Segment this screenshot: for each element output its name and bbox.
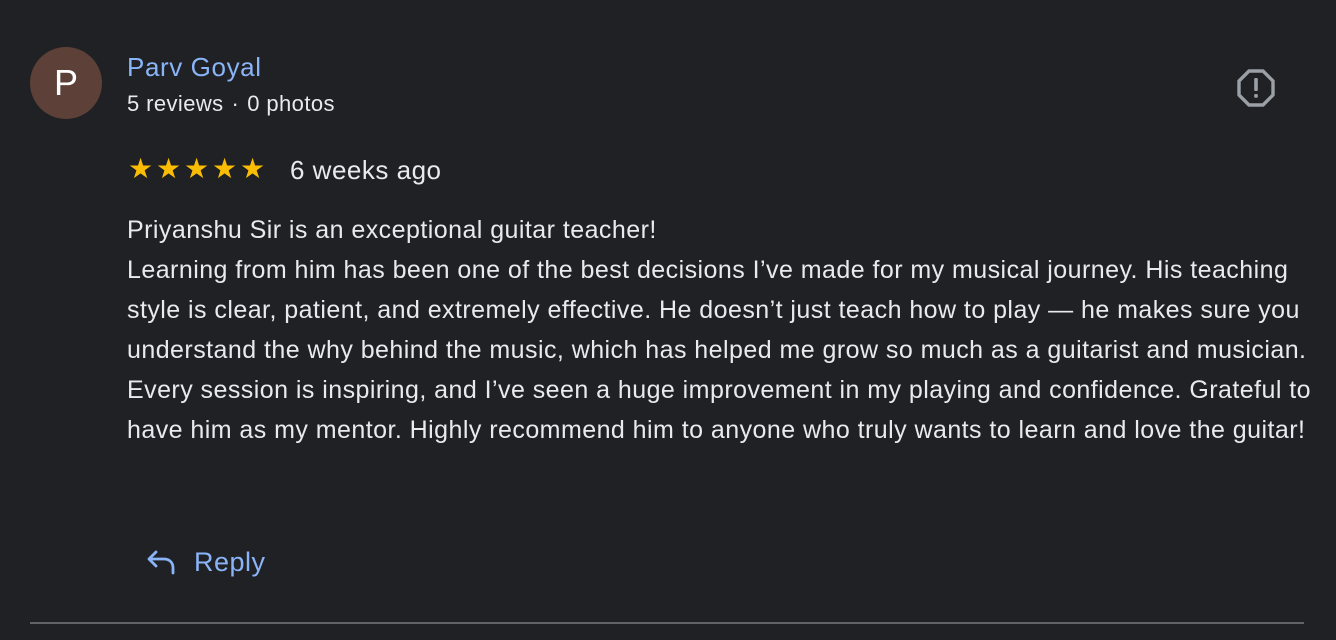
meta-separator: · (231, 91, 240, 116)
review-time: 6 weeks ago (290, 155, 442, 185)
reply-label: Reply (194, 546, 266, 577)
reviewer-meta: 5 reviews · 0 photos (127, 90, 335, 118)
star-icon: ★ (155, 153, 181, 184)
review-text: Priyanshu Sir is an exceptional guitar t… (127, 210, 1317, 450)
reply-arrow-icon (147, 550, 175, 575)
avatar-initial: P (53, 62, 78, 103)
report-button[interactable] (1236, 68, 1276, 108)
review-paragraph: Learning from him has been one of the be… (127, 256, 1312, 444)
report-flag-icon (1237, 69, 1275, 107)
reviewer-name[interactable]: Parv Goyal (127, 51, 262, 83)
star-icon: ★ (239, 153, 265, 184)
review-count: 5 reviews (127, 91, 224, 116)
star-rating: ★ ★ ★ ★ ★ (126, 152, 266, 186)
review-card: P Parv Goyal 5 reviews · 0 photos ★ ★ ★ ★ ★ 6 … (0, 0, 1336, 640)
photo-count: 0 photos (247, 91, 335, 116)
star-icon: ★ (127, 153, 153, 184)
star-icon: ★ (211, 153, 237, 184)
star-icon: ★ (183, 153, 209, 184)
avatar[interactable]: P (30, 47, 102, 119)
reply-button[interactable]: Reply (140, 540, 272, 584)
review-paragraph: Priyanshu Sir is an exceptional guitar t… (127, 216, 657, 244)
divider (30, 622, 1304, 624)
